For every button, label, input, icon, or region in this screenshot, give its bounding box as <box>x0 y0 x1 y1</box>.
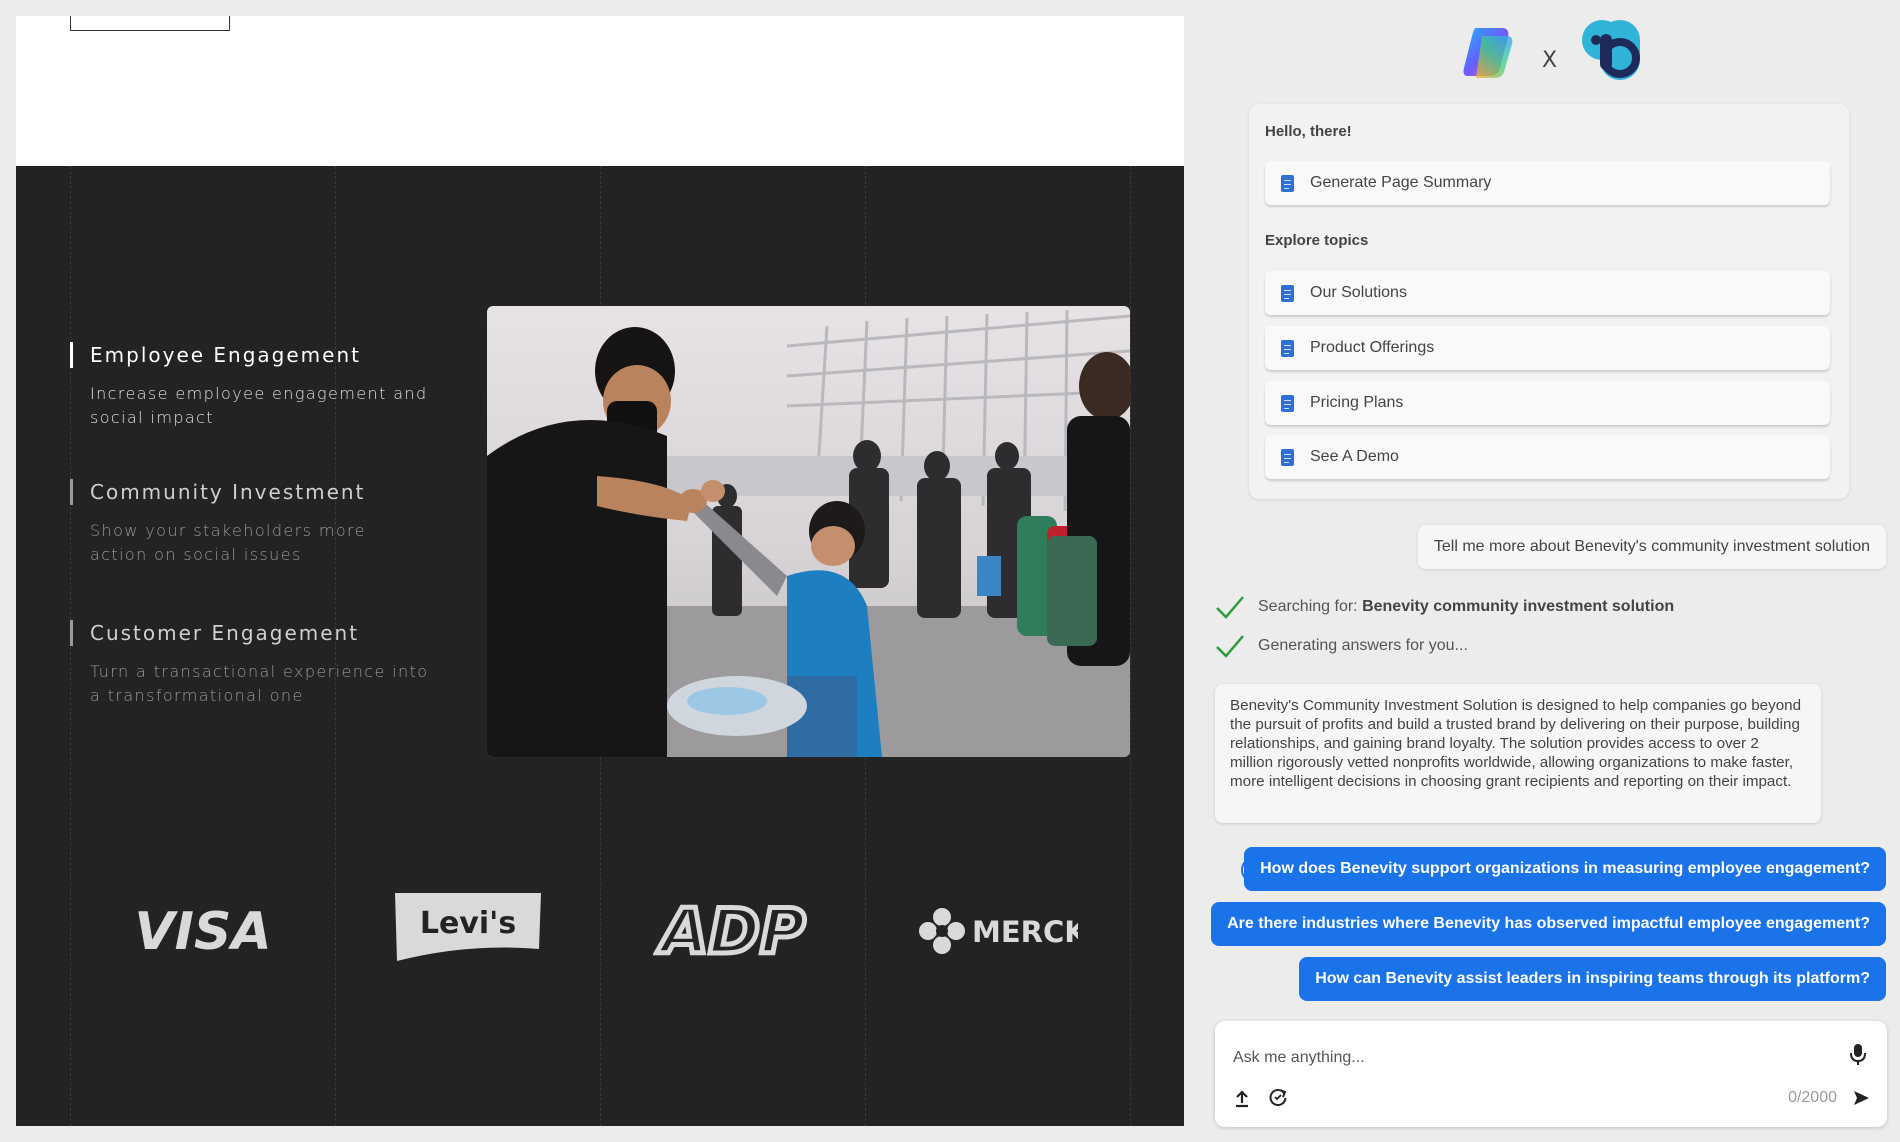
feature-title: Employee Engagement <box>70 342 430 368</box>
feature-title: Customer Engagement <box>70 620 430 646</box>
community-photo-illustration <box>487 306 1130 757</box>
site-top-button[interactable] <box>70 16 230 31</box>
feature-description: Turn a transactional experience into a t… <box>90 662 429 705</box>
visa-logo: VISA <box>70 886 335 976</box>
refresh-icon[interactable] <box>1267 1086 1289 1108</box>
explore-heading: Explore topics <box>1265 232 1369 249</box>
adp-logo: ADP <box>600 886 865 976</box>
topic-label: See A Demo <box>1310 448 1399 465</box>
document-icon <box>1281 339 1294 357</box>
checkmark-icon <box>1216 635 1244 658</box>
welcome-card: Hello, there! Generate Page Summary Expl… <box>1249 104 1849 499</box>
document-icon <box>1281 174 1294 192</box>
benevity-logo-icon <box>1582 20 1640 80</box>
merck-logo-text: MERCK <box>972 915 1078 949</box>
document-icon <box>1281 448 1294 466</box>
brand-separator: X <box>1542 48 1558 73</box>
greeting: Hello, there! <box>1265 123 1352 140</box>
merck-logo: MERCK <box>865 886 1130 976</box>
visa-logo-text: VISA <box>134 902 271 961</box>
copilot-pane: X Hello, there! Generate Page Summary Ex… <box>1184 0 1900 1142</box>
suggestion-button[interactable]: How can Benevity assist leaders in inspi… <box>1299 957 1886 1001</box>
brand-header: X <box>1184 18 1900 82</box>
topic-label: Product Offerings <box>1310 339 1435 356</box>
adp-logo-text: ADP <box>655 895 805 968</box>
levis-logo-text: Levi's <box>419 906 515 941</box>
microphone-icon[interactable] <box>1847 1042 1869 1066</box>
status-label: Searching for: <box>1258 598 1358 615</box>
status-searching: Searching for: Benevity community invest… <box>1214 593 1674 621</box>
suggestion-button[interactable]: How does Benevity support organizations … <box>1244 847 1886 891</box>
feature-title: Community Investment <box>70 479 430 505</box>
user-message-bubble: Tell me more about Benevity's community … <box>1417 525 1886 569</box>
status-label: Generating answers for you... <box>1258 637 1468 654</box>
suggestion-button[interactable]: Are there industries where Benevity has … <box>1211 902 1886 946</box>
grid-line <box>1130 166 1131 1126</box>
document-icon <box>1281 394 1294 412</box>
topic-pricing-plans[interactable]: Pricing Plans <box>1265 381 1830 425</box>
website-pane: Employee Engagement Increase employee en… <box>16 16 1184 1126</box>
levis-logo: Levi's <box>335 886 600 976</box>
topic-our-solutions[interactable]: Our Solutions <box>1265 271 1830 315</box>
topic-label: Our Solutions <box>1310 284 1407 301</box>
topic-see-a-demo[interactable]: See A Demo <box>1265 435 1830 479</box>
site-top-section <box>16 16 1184 166</box>
assistant-answer: Benevity's Community Investment Solution… <box>1215 684 1821 823</box>
generate-summary-button[interactable]: Generate Page Summary <box>1265 161 1830 205</box>
topic-product-offerings[interactable]: Product Offerings <box>1265 326 1830 370</box>
feature-description: Increase employee engagement and social … <box>90 384 428 427</box>
character-counter: 0/2000 <box>1788 1089 1837 1106</box>
checkmark-icon <box>1216 596 1244 619</box>
feature-employee-engagement[interactable]: Employee Engagement Increase employee en… <box>70 342 430 430</box>
button-label: Generate Page Summary <box>1310 174 1492 191</box>
feature-description: Show your stakeholders more action on so… <box>90 521 366 564</box>
upload-icon[interactable] <box>1231 1087 1253 1109</box>
status-generating: Generating answers for you... <box>1214 632 1468 660</box>
copilot-logo-icon <box>1463 28 1513 78</box>
feature-customer-engagement[interactable]: Customer Engagement Turn a transactional… <box>70 620 430 708</box>
chat-composer: 0/2000 <box>1215 1021 1887 1127</box>
topic-label: Pricing Plans <box>1310 394 1404 411</box>
send-icon[interactable] <box>1851 1088 1871 1108</box>
document-icon <box>1281 284 1294 302</box>
feature-community-investment[interactable]: Community Investment Show your stakehold… <box>70 479 430 567</box>
search-query: Benevity community investment solution <box>1362 598 1675 615</box>
feature-photo <box>487 306 1130 757</box>
chat-input[interactable] <box>1233 1043 1813 1073</box>
